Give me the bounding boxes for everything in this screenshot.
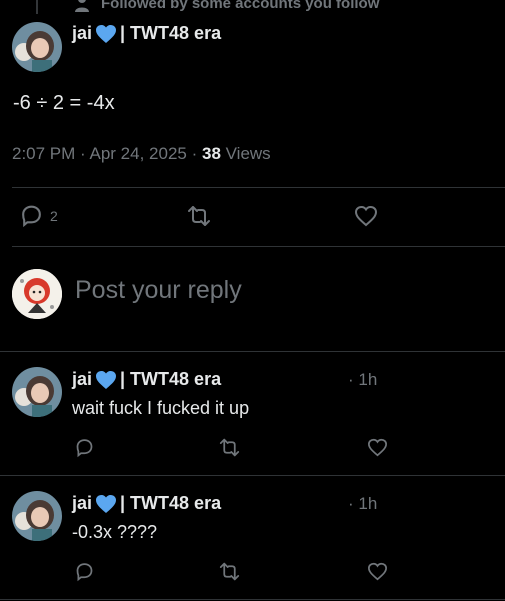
reply-composer-input[interactable]: Post your reply [75,276,242,305]
time-separator: · [348,494,359,513]
views-count: 38 [201,144,221,163]
reply-author-suffix[interactable]: | TWT48 era [120,493,221,514]
author-display-suffix[interactable]: | TWT48 era [120,23,221,44]
meta-separator: · [191,144,202,163]
author-name-row[interactable]: jai | TWT48 era [72,23,221,44]
views-label: Views [225,144,271,163]
reply-author-name[interactable]: jai [72,493,92,514]
person-icon [73,0,91,12]
repost-icon [186,204,212,228]
reply-icon [74,437,95,458]
blue-heart-icon [95,24,117,44]
like-button[interactable] [354,205,378,227]
tweet-date[interactable]: Apr 24, 2025 [90,144,187,163]
heart-outline-icon [354,205,378,227]
divider [12,187,505,188]
social-context-text: Followed by some accounts you follow [101,0,380,12]
time-separator: · [348,370,359,389]
reply-text: -0.3x ???? [72,522,158,542]
tweet-time[interactable]: 2:07 PM [12,144,75,163]
reply-count: 2 [50,207,58,224]
heart-outline-icon [367,438,388,457]
reply-author-name-row[interactable]: jai | TWT48 era [72,493,221,514]
reply-button[interactable] [74,437,95,458]
reply-text: wait fuck I fucked it up [72,398,250,418]
like-button[interactable] [367,438,388,457]
divider [0,599,505,600]
reply-button[interactable]: 2 [19,203,58,228]
reply-time[interactable]: 1h [358,370,377,389]
reply-author-name-row[interactable]: jai | TWT48 era [72,369,221,390]
tweet-metadata: 2:07 PM · Apr 24, 2025 · 38 Views [12,144,271,164]
repost-icon [218,437,241,458]
divider [12,246,505,247]
reply-author-name[interactable]: jai [72,369,92,390]
meta-separator: · [80,144,90,163]
divider [0,351,505,352]
reply-author-avatar[interactable] [12,491,62,541]
blue-heart-icon [95,370,117,390]
repost-icon [218,561,241,582]
thread-connector-line [36,0,38,14]
reply-button[interactable] [74,561,95,582]
like-button[interactable] [367,562,388,581]
repost-button[interactable] [218,437,241,458]
reply-icon [74,561,95,582]
reply-timestamp[interactable]: · 1h [348,370,377,390]
repost-button[interactable] [186,204,212,228]
heart-outline-icon [367,562,388,581]
reply-author-avatar[interactable] [12,367,62,417]
blue-heart-icon [95,494,117,514]
reply-timestamp[interactable]: · 1h [348,494,377,514]
repost-button[interactable] [218,561,241,582]
author-avatar[interactable] [12,22,62,72]
author-name[interactable]: jai [72,23,92,44]
reply-icon [19,203,44,228]
reply-author-suffix[interactable]: | TWT48 era [120,369,221,390]
reply-time[interactable]: 1h [358,494,377,513]
tweet-text: -6 ÷ 2 = -4x [13,92,115,114]
current-user-avatar[interactable] [12,269,62,319]
divider [0,475,505,476]
